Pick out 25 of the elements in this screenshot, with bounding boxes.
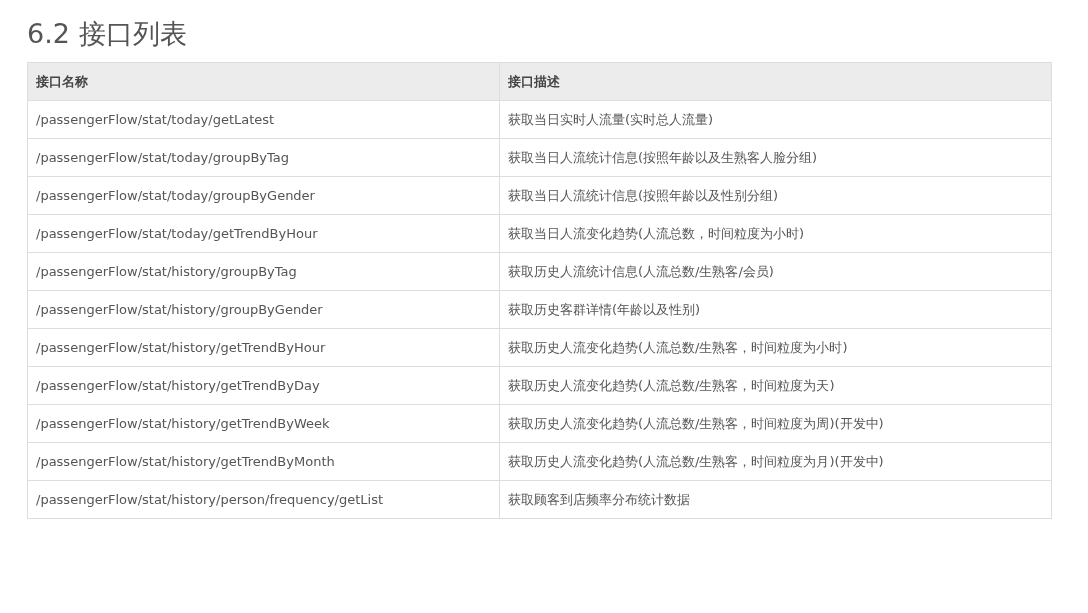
table-cell: 获取历史客群详情(年龄以及性别) bbox=[499, 290, 1052, 329]
table-cell: /passengerFlow/stat/today/getLatest bbox=[27, 100, 500, 139]
table-cell: 获取当日人流统计信息(按照年龄以及生熟客人脸分组) bbox=[499, 138, 1052, 177]
table-cell: /passengerFlow/stat/history/person/frequency/getList bbox=[27, 480, 500, 519]
table-cell: 获取历史人流统计信息(人流总数/生熟客/会员) bbox=[499, 252, 1052, 291]
table-cell: /passengerFlow/stat/history/getTrendByMonth bbox=[27, 442, 500, 481]
table-cell: /passengerFlow/stat/history/groupByTag bbox=[27, 252, 500, 291]
table-cell: /passengerFlow/stat/history/getTrendByDay bbox=[27, 366, 500, 405]
table-cell: 获取历史人流变化趋势(人流总数/生熟客，时间粒度为天) bbox=[499, 366, 1052, 405]
table-cell: /passengerFlow/stat/today/groupByGender bbox=[27, 176, 500, 215]
table-cell: /passengerFlow/stat/today/groupByTag bbox=[27, 138, 500, 177]
section-heading: 6.2 接口列表 bbox=[27, 17, 188, 51]
table-cell: /passengerFlow/stat/history/getTrendByHour bbox=[27, 328, 500, 367]
table-cell: /passengerFlow/stat/history/getTrendByWeek bbox=[27, 404, 500, 443]
table-cell: 获取当日人流统计信息(按照年龄以及性别分组) bbox=[499, 176, 1052, 215]
table-cell: 获取历史人流变化趋势(人流总数/生熟客，时间粒度为周)(开发中) bbox=[499, 404, 1052, 443]
table-cell: 获取顾客到店频率分布统计数据 bbox=[499, 480, 1052, 519]
table-cell: 获取历史人流变化趋势(人流总数/生熟客，时间粒度为小时) bbox=[499, 328, 1052, 367]
table-cell: 获取当日人流变化趋势(人流总数，时间粒度为小时) bbox=[499, 214, 1052, 253]
column-header: 接口名称 bbox=[27, 62, 500, 101]
table-cell: 获取当日实时人流量(实时总人流量) bbox=[499, 100, 1052, 139]
table-cell: /passengerFlow/stat/history/groupByGender bbox=[27, 290, 500, 329]
table-cell: 获取历史人流变化趋势(人流总数/生熟客，时间粒度为月)(开发中) bbox=[499, 442, 1052, 481]
table-cell: /passengerFlow/stat/today/getTrendByHour bbox=[27, 214, 500, 253]
column-header: 接口描述 bbox=[499, 62, 1052, 101]
